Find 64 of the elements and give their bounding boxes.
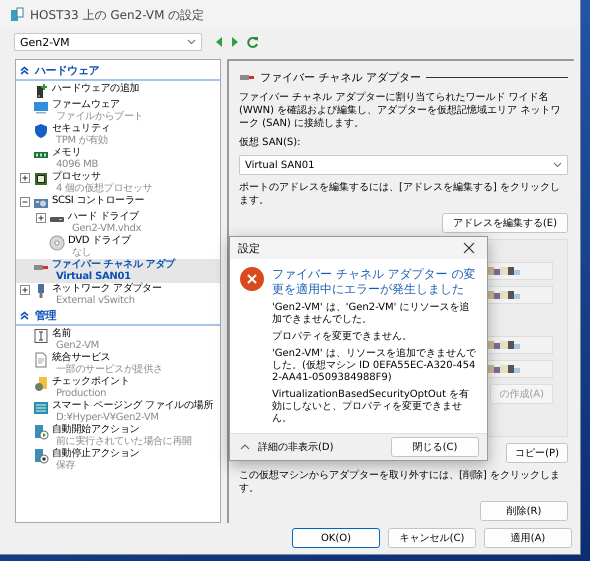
chevron-icon [20, 311, 29, 320]
tree-item[interactable]: セキュリティ TPM が有効 [16, 123, 220, 147]
paging-icon [33, 400, 49, 416]
chevron-down-icon [553, 162, 562, 168]
dialog-title: 設定 [238, 240, 260, 256]
stop-action-icon [33, 448, 49, 464]
expand-toggle[interactable] [20, 285, 30, 295]
error-message: 'Gen2-VM' は、リソースを追加できませんでした。(仮想マシン ID 0EFA55EC-A320-4542-AA41-0509384988F9) [272, 348, 477, 384]
hint-text: ポートのアドレスを編集するには、[アドレスを編集する] をクリックします。 [239, 181, 561, 207]
dialog-button[interactable]: 適用(A) [484, 528, 572, 548]
tree-item[interactable]: 名前 Gen2-VM [16, 328, 220, 352]
edit-address-button[interactable]: アドレスを編集する(E) [442, 213, 568, 233]
back-icon[interactable] [214, 36, 224, 48]
tree-item[interactable]: 統合サービス 一部のサービスが提供さ [16, 352, 220, 376]
section-header[interactable]: ハードウェア [16, 62, 220, 81]
monitor-icon [33, 99, 49, 115]
refresh-icon[interactable] [246, 36, 259, 48]
tree-item[interactable]: ハード ドライブ Gen2-VM.vhdx [16, 211, 220, 235]
shield-icon [33, 123, 49, 139]
chip-icon [33, 171, 49, 187]
section-title: ファイバー チャネル アダプター [260, 70, 421, 84]
caret-icon [240, 444, 250, 450]
hint-text: この仮想マシンからアダプターを取り外すには、[削除] をクリックします。 [239, 469, 561, 495]
error-icon [240, 267, 264, 291]
expand-toggle[interactable] [36, 213, 46, 223]
checkpoint-icon [33, 376, 49, 392]
disc-icon [49, 235, 65, 251]
tree-item[interactable]: ファームウェア ファイルからブート [16, 99, 220, 123]
san-select[interactable]: Virtual SAN01 [239, 155, 568, 175]
tree-item[interactable]: SCSI コントローラー [16, 195, 220, 211]
settings-window-icon [10, 7, 24, 23]
error-message: VirtualizationBasedSecurityOptOut を有効にしないと、プロパティを変更できません。 [272, 389, 470, 425]
tree-item[interactable]: ファイバー チャネル アダプ Virtual SAN01 [16, 259, 220, 283]
remove-button[interactable]: 削除(R) [480, 501, 568, 521]
tree-item[interactable]: ネットワーク アダプター External vSwitch [16, 283, 220, 307]
tree-item[interactable]: ハードウェアの追加 [16, 83, 220, 99]
field-label: 仮想 SAN(S): [239, 136, 302, 149]
window-title: HOST33 上の Gen2-VM の設定 [30, 6, 204, 24]
tree-item[interactable]: DVD ドライブ なし [16, 235, 220, 259]
document-icon [33, 352, 49, 368]
vm-select[interactable]: Gen2-VM [14, 33, 202, 51]
description: ファイバー チャネル アダプターに割り当てられたワールド ワイド名 (WWN) を確認および編集し、アダプターを仮想記憶域エリア ネットワーク (SAN) に接続します。 [239, 91, 562, 130]
start-action-icon [33, 424, 49, 440]
dialog-button[interactable]: キャンセル(C) [388, 528, 476, 548]
tree-item[interactable]: 自動開始アクション 前に実行されていた場合に再開 [16, 424, 220, 448]
text-field-icon [33, 328, 49, 344]
tree-item[interactable]: スマート ページング ファイルの場所 D:¥Hyper-V¥Gen2-VM [16, 400, 220, 424]
section-header[interactable]: 管理 [16, 307, 220, 326]
expand-toggle[interactable] [20, 197, 30, 207]
tree-item[interactable]: プロセッサ 4 個の仮想プロセッサ [16, 171, 220, 195]
tree-item[interactable]: メモリ 4096 MB [16, 147, 220, 171]
error-message: プロパティを変更できません。 [272, 331, 413, 343]
dialog-button[interactable]: OK(O) [292, 528, 380, 548]
details-toggle[interactable]: 詳細の非表示(D) [238, 438, 336, 456]
dialog-heading: ファイバー チャネル アダプター の変更を適用中にエラーが発生しました [272, 267, 476, 297]
copy-button[interactable]: コピー(P) [506, 443, 568, 463]
tree-item[interactable]: チェックポイント Production [16, 376, 220, 400]
error-message: 'Gen2-VM' は、'Gen2-VM' にリソースを追加できませんでした。 [272, 302, 471, 326]
tree-item[interactable]: 自動停止アクション 保存 [16, 448, 220, 472]
chevron-icon [20, 66, 29, 75]
expand-toggle[interactable] [20, 173, 30, 183]
chevron-down-icon [187, 39, 196, 45]
close-button[interactable]: 閉じる(C) [391, 437, 479, 457]
forward-icon[interactable] [230, 36, 240, 48]
